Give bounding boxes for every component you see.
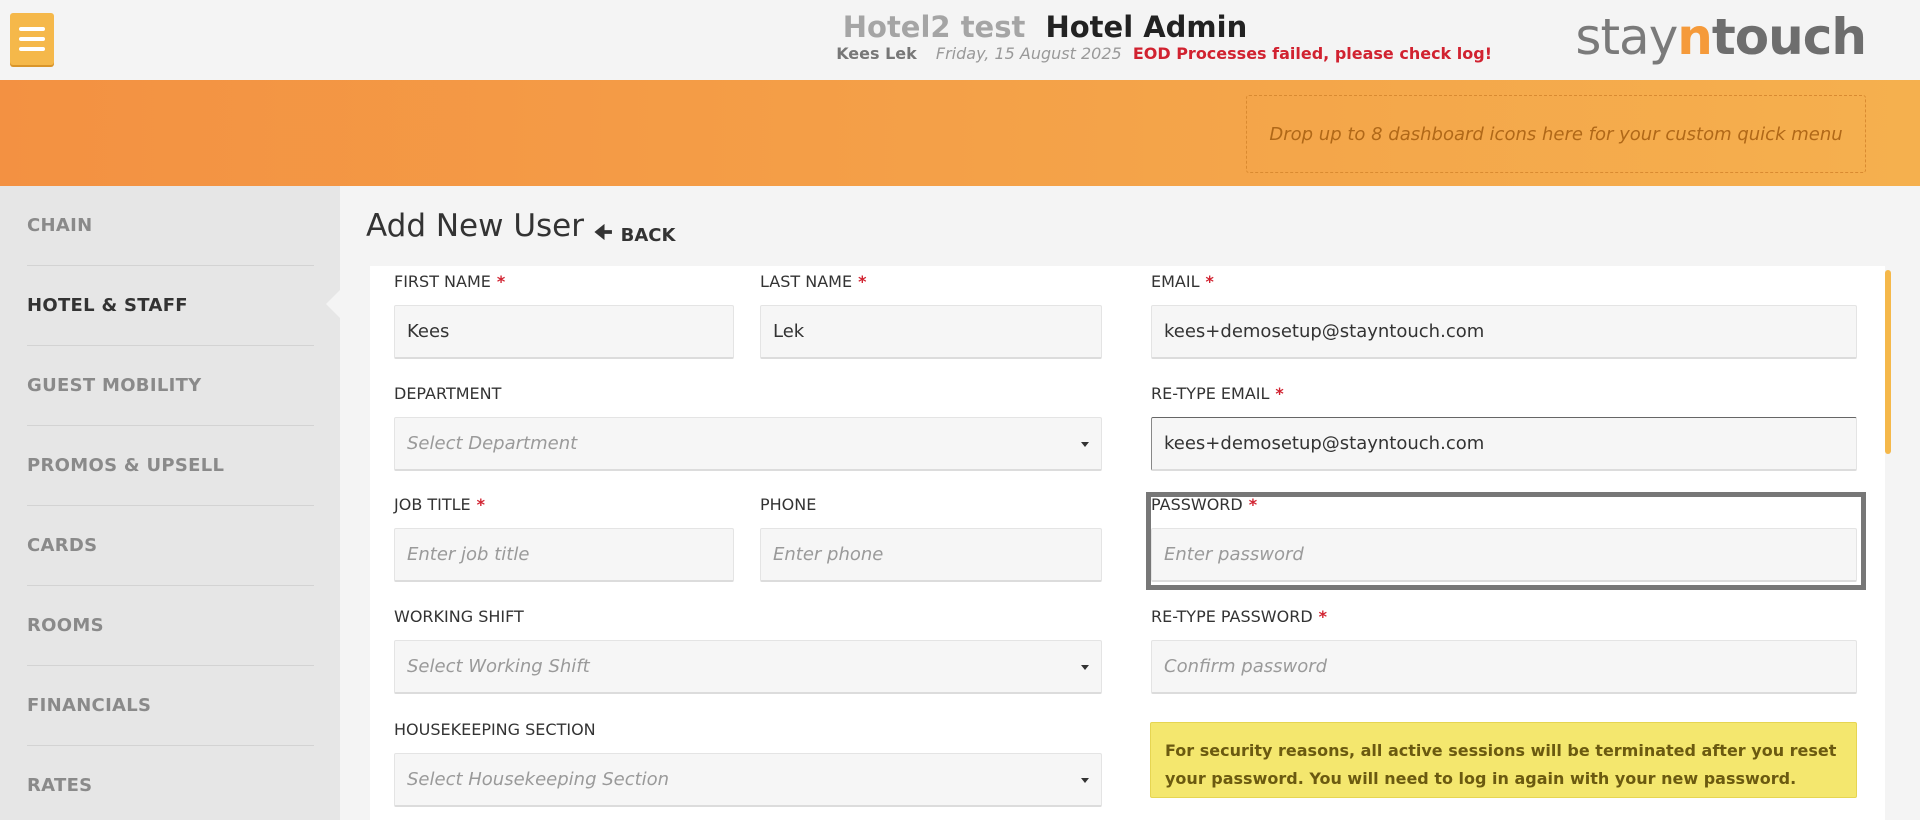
- back-button[interactable]: 🠈 BACK: [594, 218, 675, 252]
- password-label: PASSWORD *: [1151, 495, 1258, 514]
- security-notice: For security reasons, all active session…: [1150, 722, 1857, 798]
- working-shift-select[interactable]: Select Working Shift: [394, 640, 1102, 694]
- quick-menu-dropzone[interactable]: Drop up to 8 dashboard icons here for yo…: [1246, 95, 1866, 173]
- department-select[interactable]: Select Department: [394, 417, 1102, 471]
- caret-down-icon: [1081, 442, 1089, 447]
- housekeeping-section-label: HOUSEKEEPING SECTION: [394, 720, 596, 739]
- sidebar: CHAIN HOTEL & STAFF GUEST MOBILITY PROMO…: [0, 186, 340, 820]
- job-title-input[interactable]: [394, 528, 734, 582]
- app-name: Hotel Admin: [1045, 10, 1248, 44]
- first-name-input[interactable]: [394, 305, 734, 359]
- user-name: Kees Lek: [836, 44, 917, 63]
- stayntouch-logo: stayntouch: [1575, 8, 1867, 66]
- sidebar-item-guest-mobility[interactable]: GUEST MOBILITY: [27, 346, 314, 426]
- last-name-label: LAST NAME *: [760, 272, 867, 291]
- hotel-name: Hotel2 test: [842, 10, 1026, 44]
- retype-email-input[interactable]: [1151, 417, 1857, 471]
- sidebar-item-hotel-staff[interactable]: HOTEL & STAFF: [27, 266, 314, 346]
- sidebar-item-rooms[interactable]: ROOMS: [27, 586, 314, 666]
- scrollbar-thumb[interactable]: [1885, 270, 1891, 454]
- sidebar-item-chain[interactable]: CHAIN: [27, 186, 314, 266]
- last-name-input[interactable]: [760, 305, 1102, 359]
- retype-password-label: RE-TYPE PASSWORD *: [1151, 607, 1328, 626]
- status-line: Kees Lek Friday, 15 August 2025 EOD Proc…: [0, 44, 1492, 63]
- email-label: EMAIL *: [1151, 272, 1214, 291]
- business-date: Friday, 15 August 2025: [935, 44, 1122, 63]
- retype-password-input[interactable]: [1151, 640, 1857, 694]
- phone-input[interactable]: [760, 528, 1102, 582]
- first-name-label: FIRST NAME *: [394, 272, 506, 291]
- page-title: Add New User: [366, 208, 584, 244]
- housekeeping-section-select[interactable]: Select Housekeeping Section: [394, 753, 1102, 807]
- sidebar-item-cards[interactable]: CARDS: [27, 506, 314, 586]
- department-label: DEPARTMENT: [394, 384, 502, 403]
- top-bar: Hotel2 test Hotel Admin Kees Lek Friday,…: [0, 0, 1920, 80]
- sidebar-item-rates[interactable]: RATES: [27, 746, 314, 820]
- sidebar-item-financials[interactable]: FINANCIALS: [27, 666, 314, 746]
- email-input[interactable]: [1151, 305, 1857, 359]
- sidebar-item-promos-upsell[interactable]: PROMOS & UPSELL: [27, 426, 314, 506]
- active-item-pointer: [326, 290, 340, 318]
- caret-down-icon: [1081, 665, 1089, 670]
- arrow-left-icon: 🠈: [594, 220, 613, 244]
- caret-down-icon: [1081, 778, 1089, 783]
- working-shift-label: WORKING SHIFT: [394, 607, 524, 626]
- eod-warning[interactable]: EOD Processes failed, please check log!: [1133, 44, 1492, 63]
- job-title-label: JOB TITLE *: [394, 495, 486, 514]
- phone-label: PHONE: [760, 495, 817, 514]
- retype-email-label: RE-TYPE EMAIL *: [1151, 384, 1284, 403]
- password-input[interactable]: [1151, 528, 1857, 582]
